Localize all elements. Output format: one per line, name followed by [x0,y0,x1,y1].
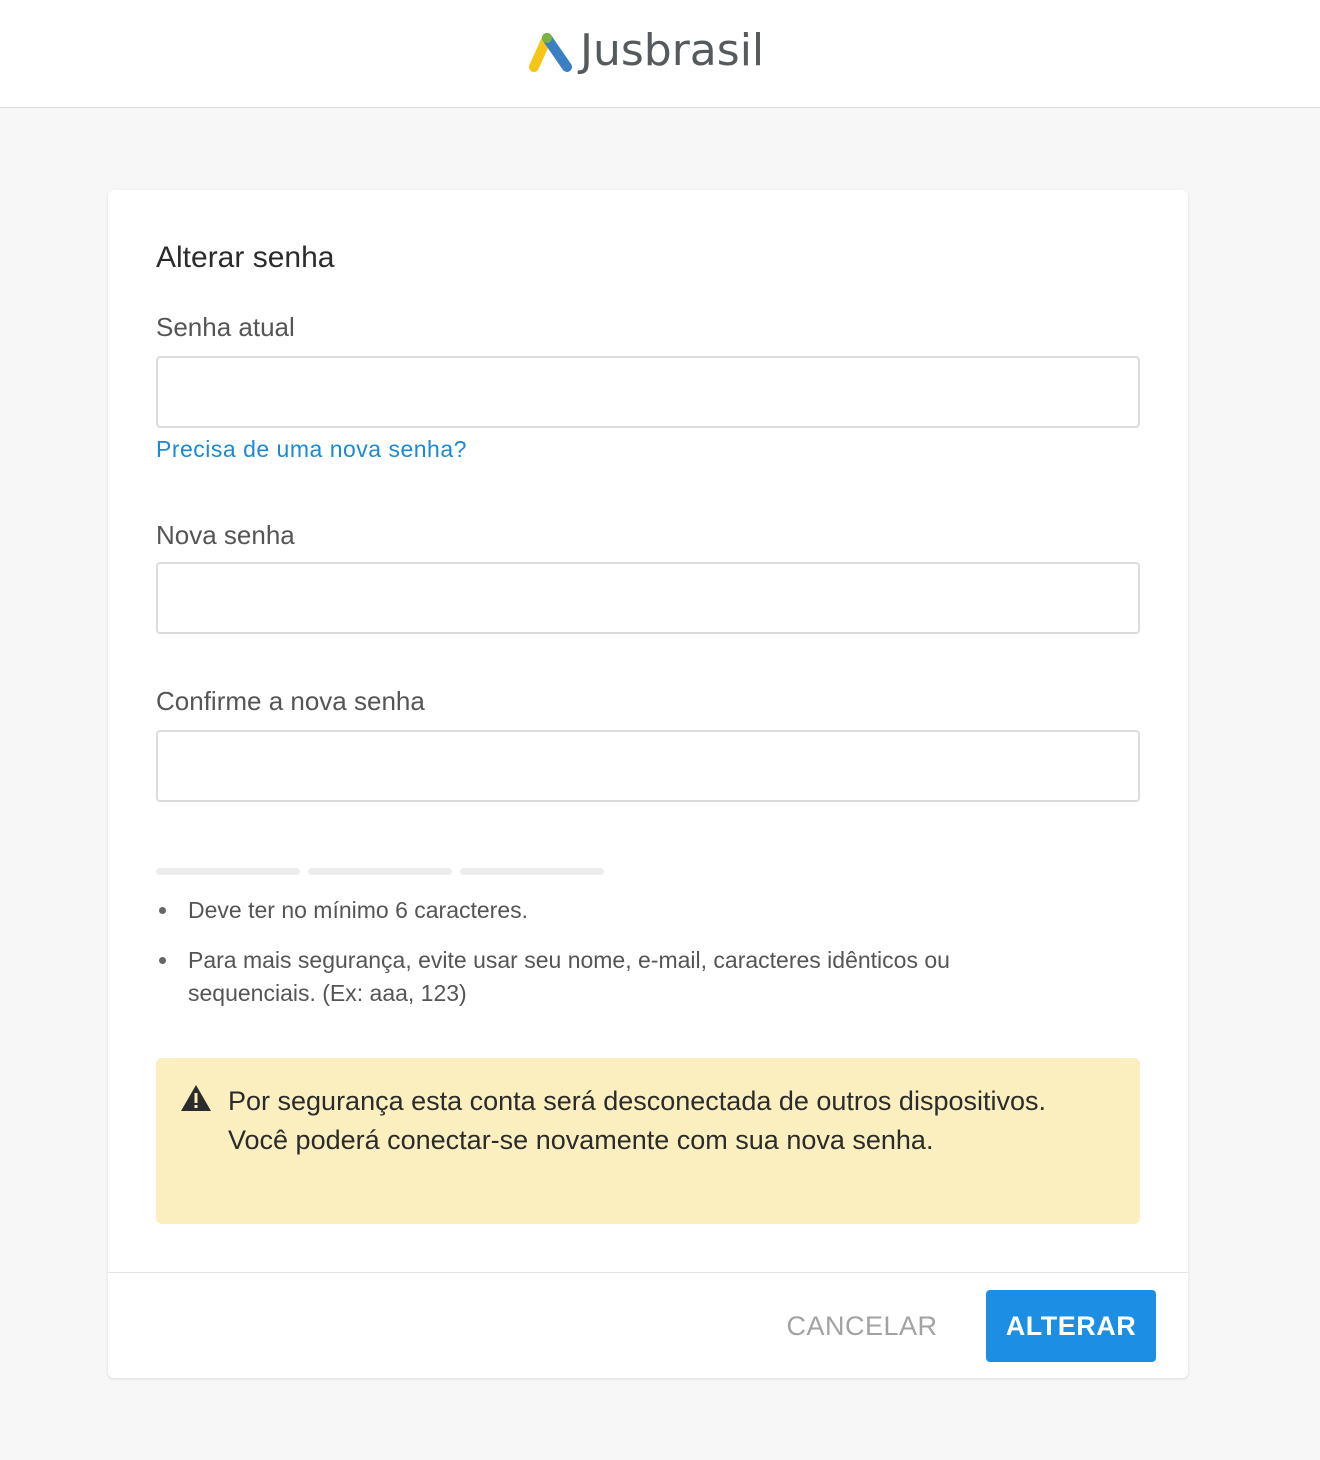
current-password-input[interactable] [156,356,1140,428]
new-password-input[interactable] [156,562,1140,634]
footer-divider [108,1272,1188,1273]
warning-icon [181,1085,211,1111]
logo-text: Jusbrasil [580,25,765,76]
strength-segment [308,868,452,875]
confirm-password-label: Confirme a nova senha [156,686,425,716]
current-password-label: Senha atual [156,312,295,342]
cancel-button[interactable]: CANCELAR [768,1290,956,1362]
password-rule: Deve ter no mínimo 6 caracteres. [156,894,1056,927]
new-password-label: Nova senha [156,520,295,550]
jusbrasil-logo[interactable]: Jusbrasil [528,28,764,74]
forgot-password-link[interactable]: Precisa de uma nova senha? [156,434,467,464]
confirm-password-input[interactable] [156,730,1140,802]
page-title: Alterar senha [156,241,335,274]
change-password-card: Alterar senha Senha atual Precisa de uma… [108,190,1188,1378]
alert-message: Por segurança esta conta será desconecta… [228,1086,1046,1155]
password-rule: Para mais segurança, evite usar seu nome… [156,944,1056,1010]
strength-segment [156,868,300,875]
password-strength-meter [156,868,604,875]
password-rules-list: Deve ter no mínimo 6 caracteres. Para ma… [156,894,1056,1010]
strength-segment [460,868,604,875]
change-password-button[interactable]: ALTERAR [986,1290,1156,1362]
top-bar: Jusbrasil [0,0,1320,108]
security-alert: Por segurança esta conta será desconecta… [156,1058,1140,1224]
jusbrasil-logo-icon [529,33,572,72]
